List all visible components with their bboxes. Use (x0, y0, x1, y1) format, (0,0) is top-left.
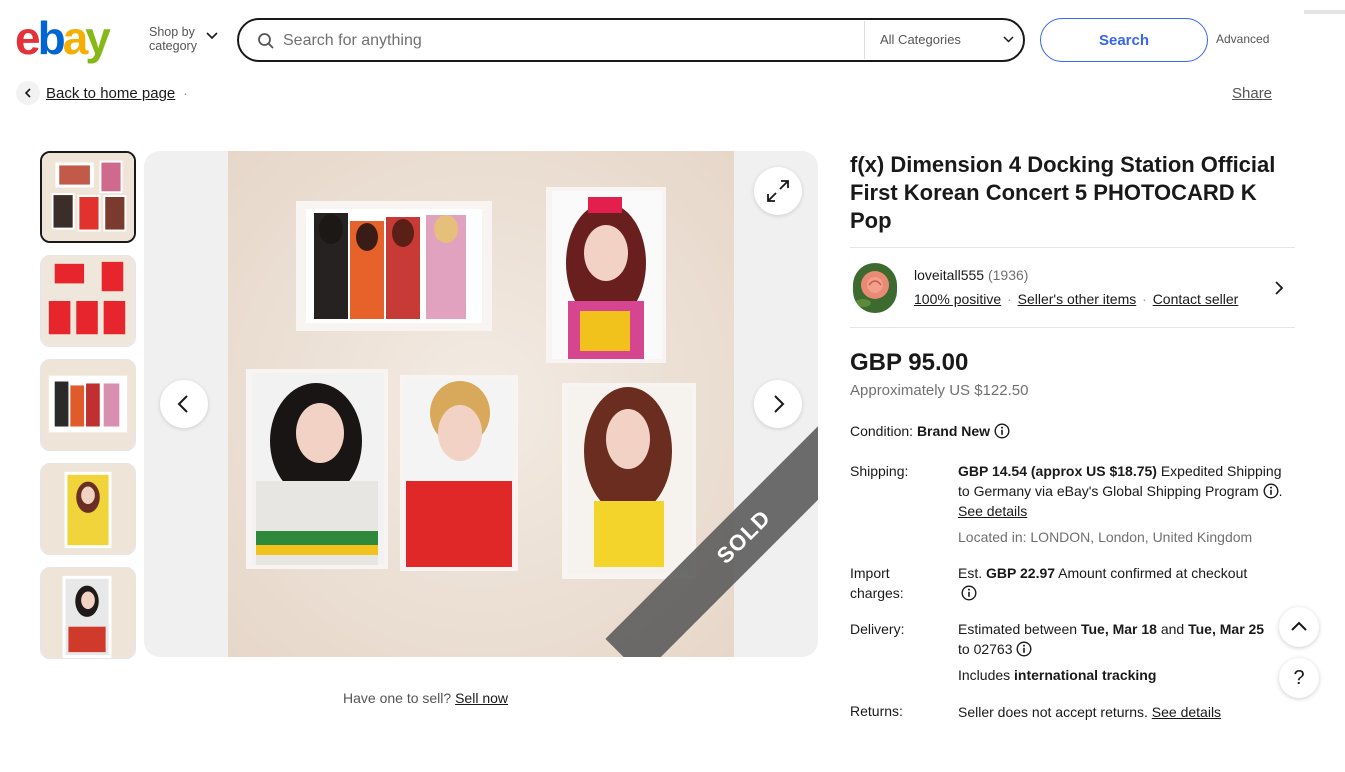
thumbnail-1[interactable] (40, 151, 136, 243)
chevron-right-icon[interactable] (1273, 280, 1285, 296)
delivery-value: Estimated between Tue, Mar 18 and Tue, M… (958, 621, 1265, 657)
info-icon[interactable] (994, 423, 1010, 439)
help-button[interactable]: ? (1279, 658, 1319, 698)
chevron-left-icon (177, 395, 188, 413)
next-image-button[interactable] (754, 380, 802, 428)
approx-price: Approximately US $122.50 (850, 382, 1029, 399)
thumbnail-2[interactable] (40, 255, 136, 347)
thumbnail-4[interactable] (40, 463, 136, 555)
info-icon[interactable] (961, 585, 977, 601)
search-button[interactable]: Search (1040, 18, 1208, 62)
returns-value: Seller does not accept returns. See deta… (958, 704, 1222, 720)
chevron-up-icon (1291, 621, 1307, 631)
listing-title: f(x) Dimension 4 Docking Station Officia… (850, 152, 1276, 233)
import-charges-label: Import charges: (850, 565, 904, 601)
chevron-down-icon (206, 32, 218, 40)
expand-image-button[interactable] (754, 167, 802, 215)
feedback-count: (1936) (987, 267, 1029, 283)
listing-photo (228, 151, 734, 657)
rose-avatar-image (853, 263, 897, 313)
main-image-viewer[interactable]: SOLD (144, 151, 818, 657)
back-to-top-button[interactable] (1279, 607, 1319, 647)
tracking-note: Includes international tracking (958, 667, 1157, 683)
back-button[interactable] (16, 81, 40, 105)
seller-links: 100% positive · Seller's other items · C… (914, 291, 1239, 307)
condition-label: Condition: (850, 423, 914, 439)
returns-label: Returns: (850, 703, 903, 719)
photocard-backs-image (41, 256, 135, 346)
sell-prompt: Have one to sell? Sell now (343, 690, 508, 706)
delivery-label: Delivery: (850, 621, 905, 637)
thumbnail-3[interactable] (40, 359, 136, 451)
sell-now-link[interactable]: Sell now (455, 690, 508, 706)
search-input[interactable] (283, 30, 853, 52)
chevron-left-icon (24, 88, 31, 98)
expand-icon (767, 180, 789, 202)
divider (850, 247, 1295, 248)
sellers-other-items-link[interactable]: Seller's other items (1018, 291, 1137, 307)
returns-see-details-link[interactable]: See details (1152, 704, 1221, 720)
back-to-home-link[interactable]: Back to home page (46, 85, 175, 102)
share-link[interactable]: Share (1232, 85, 1272, 102)
price: GBP 95.00 (850, 349, 969, 376)
search-bar: All Categories (237, 18, 1025, 62)
photocard-thumbnail-image (42, 153, 134, 241)
group-photo-image (41, 360, 135, 450)
chevron-right-icon (774, 395, 785, 413)
condition-value: Brand New (916, 423, 991, 439)
ebay-logo[interactable]: ebay (15, 12, 111, 64)
single-photocard-image (41, 464, 135, 554)
search-icon (258, 33, 274, 49)
item-location: Located in: LONDON, London, United Kingd… (958, 529, 1253, 545)
separator-dot: · (183, 85, 188, 102)
info-icon[interactable] (1016, 641, 1032, 657)
divider (850, 327, 1295, 328)
single-photocard-image (41, 568, 135, 658)
info-icon[interactable] (1263, 483, 1279, 499)
category-select[interactable]: All Categories (880, 32, 961, 47)
divider (1304, 10, 1345, 14)
chevron-down-icon (1003, 36, 1014, 43)
seller-avatar[interactable] (853, 263, 897, 313)
seller-info: loveitall555 (1936) (914, 267, 1028, 283)
shipping-amount: GBP 14.54 (approx US $18.75) (958, 463, 1157, 479)
positive-feedback-link[interactable]: 100% positive (914, 291, 1001, 307)
previous-image-button[interactable] (160, 380, 208, 428)
contact-seller-link[interactable]: Contact seller (1153, 291, 1239, 307)
thumbnail-5[interactable] (40, 567, 136, 659)
seller-name[interactable]: loveitall555 (914, 267, 984, 283)
condition-row: Condition: Brand New (850, 421, 1010, 441)
shipping-label: Shipping: (850, 463, 909, 479)
advanced-search-link[interactable]: Advanced (1216, 32, 1269, 46)
import-charges-value: Est. GBP 22.97 Amount confirmed at check… (958, 563, 1288, 603)
shipping-see-details-link[interactable]: See details (958, 503, 1027, 519)
divider (864, 21, 865, 59)
shipping-value: GBP 14.54 (approx US $18.75) Expedited S… (958, 463, 1283, 519)
shop-by-category-button[interactable]: Shop by category (149, 25, 197, 53)
